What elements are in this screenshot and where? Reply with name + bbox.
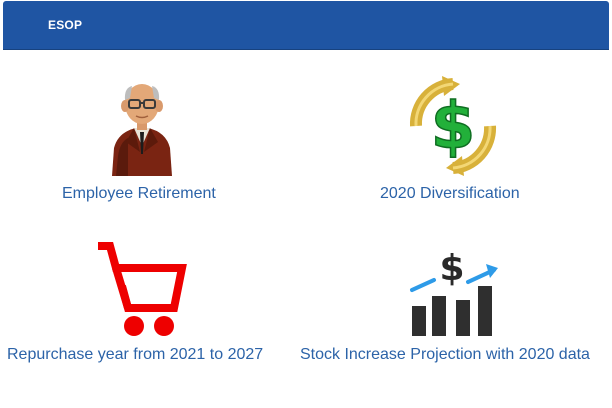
- svg-text:$: $: [439, 248, 464, 289]
- shopping-cart-icon: [98, 242, 187, 336]
- repurchase-tile[interactable]: Repurchase year from 2021 to 2027: [4, 236, 284, 368]
- dollar-cycle-icon: $: [409, 76, 497, 176]
- repurchase-label[interactable]: Repurchase year from 2021 to 2027: [7, 346, 263, 364]
- stock-projection-tile[interactable]: $ Stock Increase Projection with 2020 da…: [296, 236, 610, 368]
- svg-text:$: $: [431, 90, 476, 164]
- retiree-man-icon: [112, 84, 172, 176]
- app-header: ESOP: [3, 1, 609, 50]
- diversification-label[interactable]: 2020 Diversification: [380, 185, 520, 203]
- page: ESOP Employee Retirement $ 2020 Diversif…: [0, 0, 612, 408]
- stock-projection-label[interactable]: Stock Increase Projection with 2020 data: [300, 346, 590, 364]
- employee-retirement-tile[interactable]: Employee Retirement: [40, 70, 260, 210]
- employee-retirement-label[interactable]: Employee Retirement: [62, 185, 216, 203]
- diversification-tile[interactable]: $ 2020 Diversification: [360, 70, 570, 210]
- stock-growth-chart-icon: $: [410, 248, 498, 336]
- app-title: ESOP: [48, 18, 83, 32]
